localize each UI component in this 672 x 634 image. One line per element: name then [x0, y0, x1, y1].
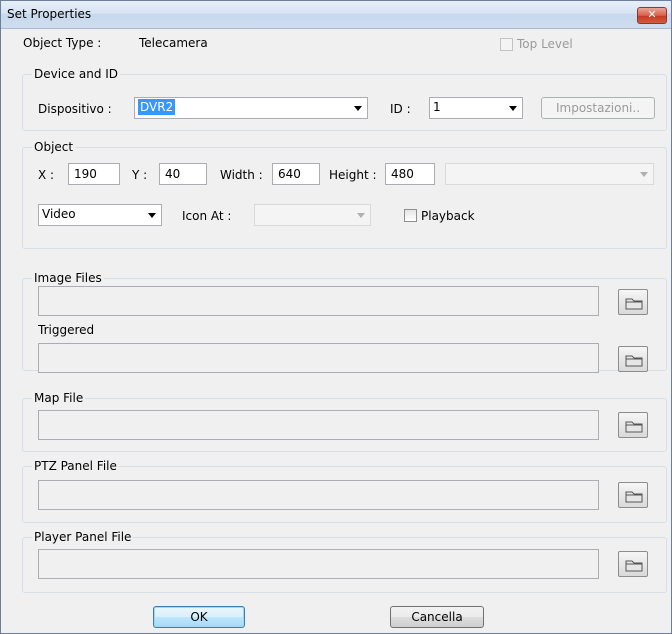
width-label: Width :	[220, 168, 263, 182]
player-panel-browse-button[interactable]	[618, 551, 648, 577]
top-level-checkbox[interactable]	[500, 38, 513, 51]
x-label: X :	[38, 168, 55, 182]
y-input[interactable]: 40	[159, 163, 207, 185]
object-type-select-value: Video	[42, 207, 76, 221]
device-label: Dispositivo :	[38, 102, 112, 116]
map-file-browse-button[interactable]	[618, 412, 648, 438]
player-panel-field[interactable]	[38, 549, 599, 579]
y-label: Y :	[132, 168, 148, 182]
window-title: Set Properties	[7, 7, 92, 21]
device-select[interactable]: DVR2	[134, 97, 368, 119]
id-label: ID :	[390, 102, 411, 116]
triggered-file-field[interactable]	[38, 343, 599, 373]
ptz-panel-browse-button[interactable]	[618, 482, 648, 508]
chevron-down-icon	[640, 172, 648, 177]
title-bar: Set Properties ✕	[1, 1, 671, 29]
width-input[interactable]: 640	[272, 163, 320, 185]
impostazioni-button[interactable]: Impostazioni..	[541, 97, 655, 119]
height-label: Height :	[329, 168, 377, 182]
chevron-down-icon	[357, 213, 365, 218]
object-type-label: Object Type :	[23, 36, 102, 50]
ptz-panel-legend: PTZ Panel File	[32, 459, 119, 473]
object-type-value: Telecamera	[139, 36, 208, 50]
layout-select[interactable]	[445, 163, 654, 185]
playback-checkbox[interactable]	[404, 209, 417, 222]
image-files-legend: Image Files	[32, 271, 104, 285]
chevron-down-icon	[354, 106, 362, 111]
id-value: 1	[433, 100, 441, 114]
chevron-down-icon	[148, 213, 156, 218]
chevron-down-icon	[509, 106, 517, 111]
map-file-field[interactable]	[38, 410, 599, 440]
map-file-legend: Map File	[32, 391, 86, 405]
object-type-select[interactable]: Video	[38, 204, 162, 226]
top-level-label: Top Level	[517, 37, 573, 51]
triggered-label: Triggered	[38, 323, 95, 337]
ptz-panel-field[interactable]	[38, 480, 599, 510]
object-legend: Object	[32, 140, 76, 154]
playback-label: Playback	[421, 209, 475, 223]
ok-button[interactable]: OK	[153, 606, 245, 628]
id-select[interactable]: 1	[429, 97, 523, 119]
player-panel-legend: Player Panel File	[32, 530, 134, 544]
height-input[interactable]: 480	[385, 163, 435, 185]
icon-at-select[interactable]	[254, 204, 371, 226]
set-properties-dialog: Set Properties ✕ Object Type : Telecamer…	[0, 0, 672, 634]
triggered-file-browse-button[interactable]	[618, 346, 648, 372]
folder-icon	[625, 355, 643, 367]
folder-icon	[625, 421, 643, 433]
device-id-legend: Device and ID	[32, 67, 121, 81]
cancel-button[interactable]: Cancella	[390, 606, 484, 628]
folder-icon	[625, 298, 643, 310]
image-file-browse-button[interactable]	[618, 289, 648, 315]
x-input[interactable]: 190	[68, 163, 120, 185]
close-button[interactable]: ✕	[637, 7, 667, 24]
icon-at-label: Icon At :	[182, 209, 232, 223]
close-icon: ✕	[647, 8, 657, 21]
device-value: DVR2	[138, 99, 176, 115]
folder-icon	[625, 560, 643, 572]
image-file-field[interactable]	[38, 286, 599, 316]
folder-icon	[625, 491, 643, 503]
